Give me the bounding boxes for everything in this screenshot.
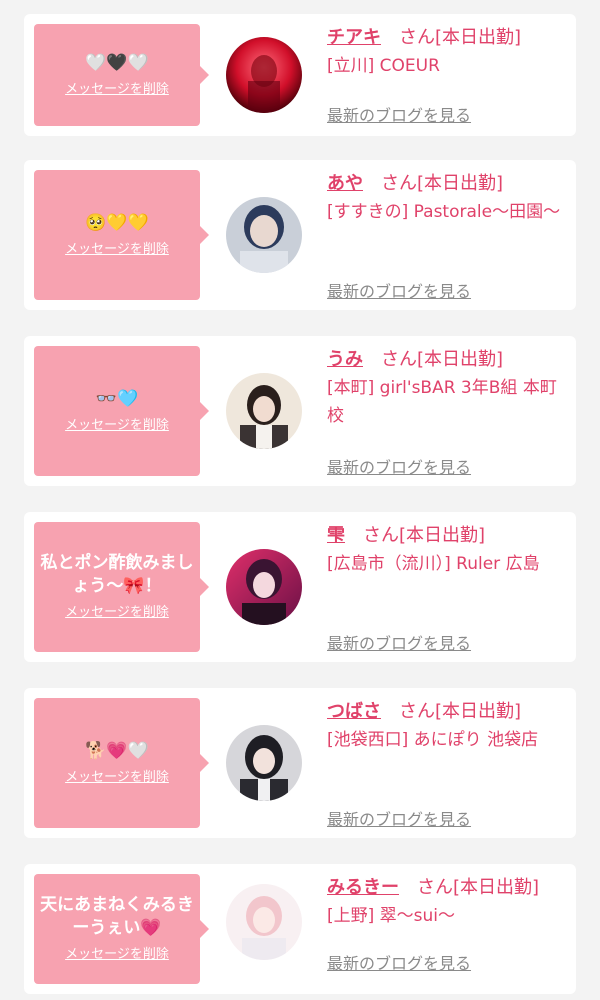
honorific: さん — [363, 525, 399, 546]
cast-name-link[interactable]: あや — [327, 173, 363, 194]
avatar-photo — [226, 725, 302, 801]
cast-info: みるきー さん[本日出勤] [上野] 翠〜sui〜 — [327, 874, 567, 930]
avatar[interactable] — [226, 197, 302, 273]
honorific: さん — [399, 701, 435, 722]
message-bubble: 私とポン酢飲みましょう〜🎀！ メッセージを削除 — [34, 522, 209, 652]
shop-label: [広島市（流川）] Ruler 広島 — [327, 554, 540, 574]
latest-blog-link[interactable]: 最新のブログを見る — [327, 630, 471, 654]
honorific: さん — [381, 349, 417, 370]
message-bubble: 👓🩵 メッセージを削除 — [34, 346, 209, 476]
shop-label: [すすきの] Pastorale〜田園〜 — [327, 202, 561, 222]
message-text: 👓🩵 — [95, 388, 139, 409]
latest-blog-link[interactable]: 最新のブログを見る — [327, 806, 471, 830]
latest-blog-link[interactable]: 最新のブログを見る — [327, 454, 471, 478]
honorific: さん — [417, 877, 453, 898]
status-badge: [本日出勤] — [453, 877, 540, 898]
cast-name-link[interactable]: うみ — [327, 349, 363, 370]
cast-info: うみ さん[本日出勤] [本町] girl'sBAR 3年B組 本町校 — [327, 346, 567, 430]
cast-info: チアキ さん[本日出勤] [立川] COEUR — [327, 24, 567, 80]
cast-name-link[interactable]: 雫 — [327, 525, 345, 546]
cast-info: あや さん[本日出勤] [すすきの] Pastorale〜田園〜 — [327, 170, 567, 226]
cast-name-link[interactable]: みるきー — [327, 877, 399, 898]
message-text: 天にあまねくみるきーうぇい💗 — [40, 895, 194, 938]
avatar[interactable] — [226, 37, 302, 113]
message-card: 🥺💛💛 メッセージを削除 あや さん[本日出勤] [すすきの] Pastorale… — [24, 160, 576, 310]
message-card: 🐕💗🤍 メッセージを削除 つばさ さん[本日出勤] [池袋西口] あにぽり 池袋店… — [24, 688, 576, 838]
status-badge: [本日出勤] — [435, 701, 522, 722]
message-text: 🤍🖤🤍 — [85, 52, 149, 73]
message-card: 天にあまねくみるきーうぇい💗 メッセージを削除 みるきー さん[本日出勤] [上野… — [24, 864, 576, 994]
shop-label: [立川] COEUR — [327, 56, 440, 76]
status-badge: [本日出勤] — [435, 27, 522, 48]
honorific: さん — [399, 27, 435, 48]
message-card-list: 🤍🖤🤍 メッセージを削除 チアキ さん[本日出勤] [立川] COEUR 最新の… — [0, 0, 600, 1000]
avatar[interactable] — [226, 725, 302, 801]
message-card: 👓🩵 メッセージを削除 うみ さん[本日出勤] [本町] girl'sBAR 3年… — [24, 336, 576, 486]
cast-info: つばさ さん[本日出勤] [池袋西口] あにぽり 池袋店 — [327, 698, 567, 754]
status-badge: [本日出勤] — [417, 173, 504, 194]
message-text: 🐕💗🤍 — [85, 740, 149, 761]
message-card: 私とポン酢飲みましょう〜🎀！ メッセージを削除 雫さん[本日出勤] [広島市（流… — [24, 512, 576, 662]
message-bubble: 天にあまねくみるきーうぇい💗 メッセージを削除 — [34, 874, 209, 984]
avatar-photo — [226, 197, 302, 273]
cast-name-link[interactable]: チアキ — [327, 27, 381, 48]
delete-message-link[interactable]: メッセージを削除 — [65, 81, 169, 99]
message-bubble: 🤍🖤🤍 メッセージを削除 — [34, 24, 209, 126]
delete-message-link[interactable]: メッセージを削除 — [65, 946, 169, 964]
avatar[interactable] — [226, 373, 302, 449]
delete-message-link[interactable]: メッセージを削除 — [65, 769, 169, 787]
message-card: 🤍🖤🤍 メッセージを削除 チアキ さん[本日出勤] [立川] COEUR 最新の… — [24, 14, 576, 136]
honorific: さん — [381, 173, 417, 194]
avatar-photo — [226, 373, 302, 449]
message-bubble: 🥺💛💛 メッセージを削除 — [34, 170, 209, 300]
avatar-photo — [226, 37, 302, 113]
delete-message-link[interactable]: メッセージを削除 — [65, 604, 169, 622]
latest-blog-link[interactable]: 最新のブログを見る — [327, 950, 471, 974]
delete-message-link[interactable]: メッセージを削除 — [65, 417, 169, 435]
message-text: 私とポン酢飲みましょう〜🎀！ — [40, 553, 194, 596]
message-text: 🥺💛💛 — [85, 212, 149, 233]
shop-label: [池袋西口] あにぽり 池袋店 — [327, 730, 539, 750]
latest-blog-link[interactable]: 最新のブログを見る — [327, 102, 471, 126]
delete-message-link[interactable]: メッセージを削除 — [65, 241, 169, 259]
cast-info: 雫さん[本日出勤] [広島市（流川）] Ruler 広島 — [327, 522, 567, 578]
latest-blog-link[interactable]: 最新のブログを見る — [327, 278, 471, 302]
shop-label: [上野] 翠〜sui〜 — [327, 906, 456, 926]
status-badge: [本日出勤] — [417, 349, 504, 370]
message-bubble: 🐕💗🤍 メッセージを削除 — [34, 698, 209, 828]
avatar-photo — [226, 549, 302, 625]
cast-name-link[interactable]: つばさ — [327, 701, 381, 722]
avatar[interactable] — [226, 549, 302, 625]
shop-label: [本町] girl'sBAR 3年B組 本町校 — [327, 378, 557, 426]
status-badge: [本日出勤] — [399, 525, 486, 546]
avatar[interactable] — [226, 884, 302, 960]
avatar-photo — [226, 884, 302, 960]
